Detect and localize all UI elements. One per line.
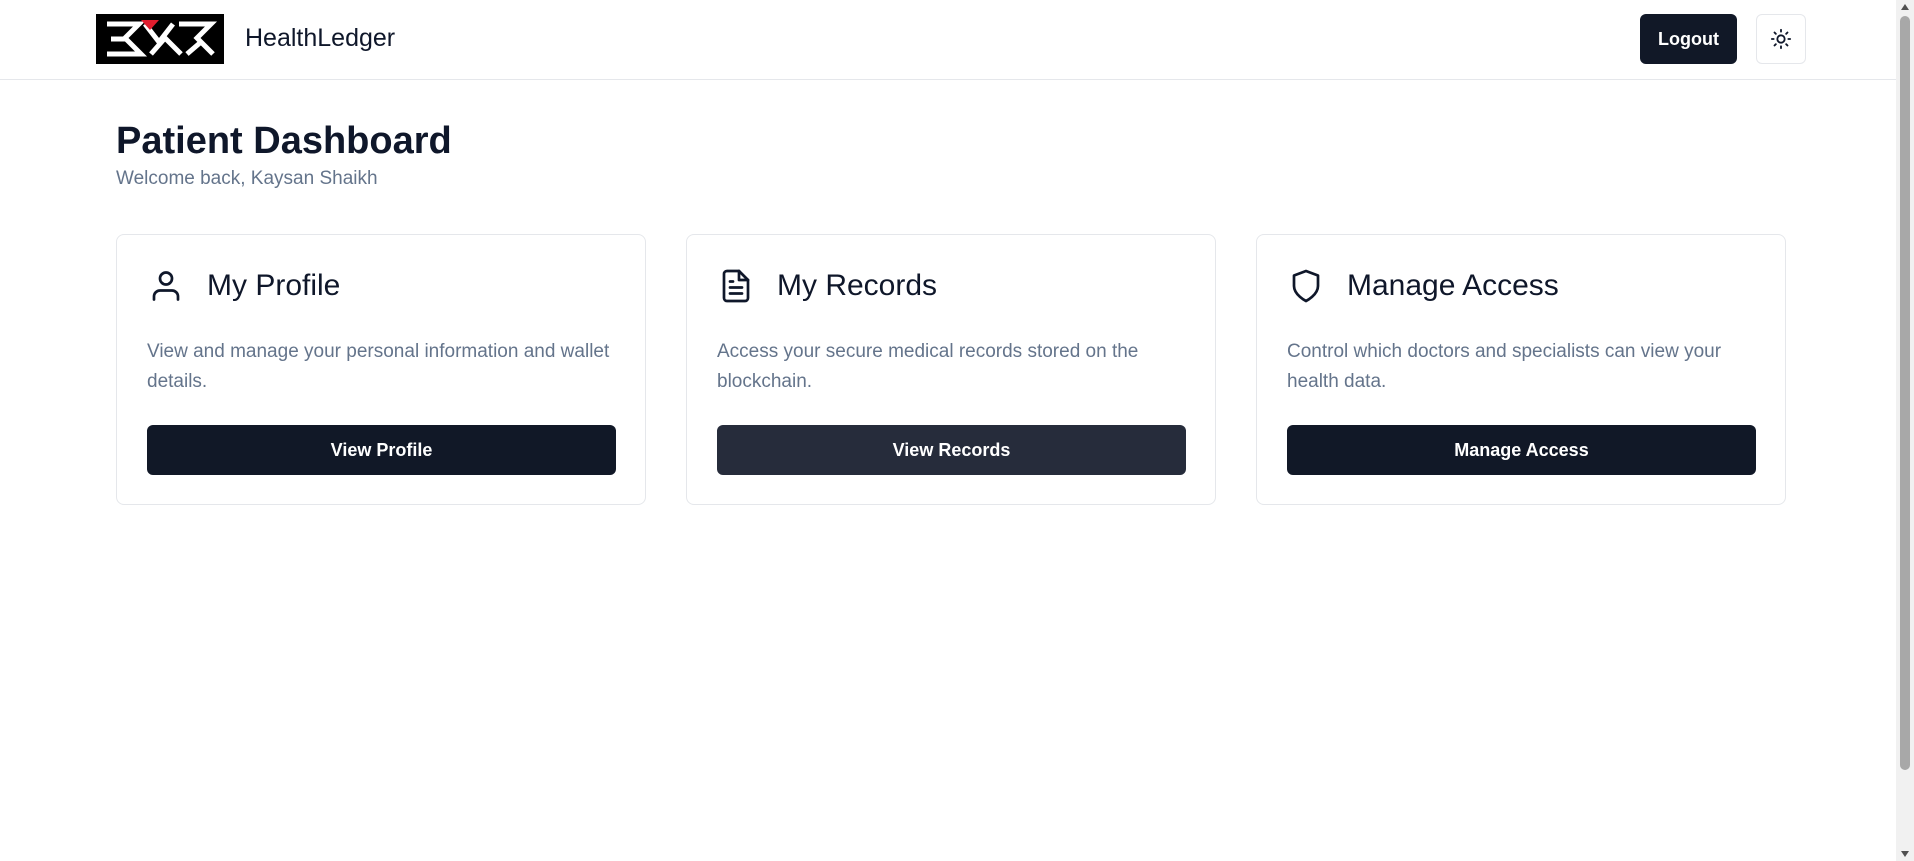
view-profile-button[interactable]: View Profile [147, 425, 616, 475]
scrollbar-thumb[interactable] [1900, 16, 1910, 770]
vertical-scrollbar[interactable] [1896, 0, 1914, 861]
card-title: My Records [777, 269, 938, 302]
scroll-down-arrow-icon[interactable] [1901, 851, 1909, 857]
manage-access-button[interactable]: Manage Access [1287, 425, 1756, 475]
top-nav: HealthLedger Logout [0, 0, 1896, 80]
card-header: Manage Access [1287, 265, 1559, 307]
user-icon [147, 265, 185, 307]
health-ledger-logo[interactable] [96, 14, 224, 64]
card-description: View and manage your personal informatio… [147, 341, 610, 392]
app-name[interactable]: HealthLedger [245, 24, 395, 53]
shield-icon [1287, 265, 1325, 307]
card-title: Manage Access [1347, 269, 1559, 302]
scroll-up-arrow-icon[interactable] [1901, 4, 1909, 10]
card-description: Control which doctors and specialists ca… [1287, 341, 1722, 392]
sun-icon [1770, 28, 1792, 50]
card-header: My Profile [147, 265, 340, 307]
access-card: Manage Access Control which doctors and … [1256, 234, 1786, 505]
records-card: My Records Access your secure medical re… [686, 234, 1216, 505]
view-records-button[interactable]: View Records [717, 425, 1186, 475]
page-title: Patient Dashboard [116, 120, 452, 162]
theme-toggle-button[interactable] [1756, 14, 1806, 64]
card-title: My Profile [207, 269, 341, 302]
document-icon [717, 265, 755, 307]
profile-card: My Profile View and manage your personal… [116, 234, 646, 505]
card-description: Access your secure medical records store… [717, 341, 1139, 392]
card-header: My Records [717, 265, 937, 307]
logout-button[interactable]: Logout [1640, 14, 1737, 64]
welcome-message: Welcome back, Kaysan Shaikh [116, 168, 378, 189]
logo-mark-icon [107, 20, 218, 57]
